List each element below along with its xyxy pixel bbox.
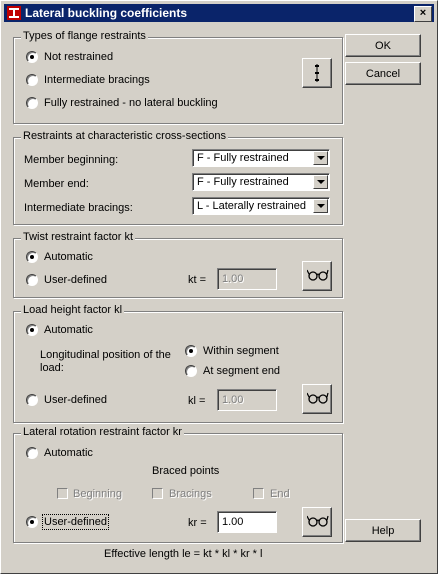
braced-points-label: Braced points bbox=[152, 465, 220, 477]
at-segment-end-radio[interactable] bbox=[185, 365, 197, 377]
glasses-icon bbox=[307, 269, 329, 281]
end-checkbox[interactable] bbox=[253, 488, 264, 499]
kt-view-button[interactable] bbox=[302, 261, 332, 291]
kr-value: 1.00 bbox=[222, 516, 244, 528]
intermediate-bracings-select[interactable]: L - Laterally restrained bbox=[192, 197, 330, 215]
title-bar: Lateral buckling coefficients × bbox=[4, 4, 434, 22]
twist-user-defined-radio[interactable] bbox=[26, 274, 38, 286]
load-position-label-line2: load: bbox=[40, 362, 64, 374]
intermediate-bracings-value: L - Laterally restrained bbox=[197, 200, 307, 212]
load-automatic-radio[interactable] bbox=[26, 324, 38, 336]
end-label: End bbox=[270, 488, 290, 500]
kt-input[interactable]: 1.00 bbox=[217, 268, 277, 290]
member-beginning-label: Member beginning: bbox=[24, 154, 119, 166]
flange-restraints-legend: Types of flange restraints bbox=[21, 30, 148, 42]
lateral-rotation-group: Lateral rotation restraint factor kr Aut… bbox=[13, 426, 343, 543]
beam-app-icon bbox=[7, 6, 21, 20]
load-height-legend: Load height factor kl bbox=[21, 304, 125, 316]
load-automatic-label: Automatic bbox=[44, 324, 93, 336]
window-title: Lateral buckling coefficients bbox=[25, 6, 188, 20]
cancel-button[interactable]: Cancel bbox=[345, 62, 421, 85]
twist-restraint-legend: Twist restraint factor kt bbox=[21, 231, 136, 243]
close-icon: × bbox=[419, 7, 427, 19]
member-end-select[interactable]: F - Fully restrained bbox=[192, 173, 330, 191]
rotation-automatic-label: Automatic bbox=[44, 447, 93, 459]
kl-view-button[interactable] bbox=[302, 384, 332, 414]
load-user-defined-label: User-defined bbox=[44, 394, 107, 406]
load-position-label-line1: Longitudinal position of the bbox=[40, 349, 171, 361]
twist-user-defined-label: User-defined bbox=[44, 274, 107, 286]
twist-restraint-group: Twist restraint factor kt Automatic User… bbox=[13, 231, 343, 298]
ok-button-label: OK bbox=[375, 39, 391, 52]
label-intermediate-bracings: Intermediate bracings bbox=[44, 74, 150, 86]
rotation-automatic-radio[interactable] bbox=[26, 447, 38, 459]
kr-input[interactable]: 1.00 bbox=[217, 511, 277, 533]
twist-automatic-radio[interactable] bbox=[26, 251, 38, 263]
help-button-label: Help bbox=[371, 524, 395, 537]
help-button[interactable]: Help bbox=[345, 519, 421, 542]
kr-label: kr = bbox=[188, 517, 207, 529]
ok-button[interactable]: OK bbox=[345, 34, 421, 57]
radio-fully-restrained[interactable] bbox=[26, 97, 38, 109]
member-beginning-value: F - Fully restrained bbox=[197, 152, 289, 164]
load-user-defined-radio[interactable] bbox=[26, 394, 38, 406]
cross-section-restraints-group: Restraints at characteristic cross-secti… bbox=[13, 130, 343, 225]
label-not-restrained: Not restrained bbox=[44, 51, 114, 63]
member-end-value: F - Fully restrained bbox=[197, 176, 289, 188]
effective-length-formula: Effective length le = kt * kl * kr * l bbox=[104, 548, 263, 560]
label-fully-restrained: Fully restrained - no lateral buckling bbox=[44, 97, 218, 109]
load-height-group: Load height factor kl Automatic Longitud… bbox=[13, 304, 343, 423]
kt-label: kt = bbox=[188, 274, 207, 286]
radio-not-restrained[interactable] bbox=[26, 51, 38, 63]
at-segment-end-label: At segment end bbox=[203, 365, 281, 377]
lateral-rotation-legend: Lateral rotation restraint factor kr bbox=[21, 426, 184, 438]
kl-label: kl = bbox=[188, 395, 206, 407]
kl-value: 1.00 bbox=[222, 394, 244, 406]
within-segment-label: Within segment bbox=[203, 345, 279, 357]
close-button[interactable]: × bbox=[414, 6, 432, 22]
cancel-button-label: Cancel bbox=[365, 67, 401, 80]
bracings-checkbox[interactable] bbox=[152, 488, 163, 499]
rotation-user-defined-label: User-defined bbox=[42, 514, 109, 530]
bracings-label: Bracings bbox=[169, 488, 212, 500]
glasses-icon bbox=[307, 392, 329, 404]
member-beginning-select[interactable]: F - Fully restrained bbox=[192, 149, 330, 167]
intermediate-bracings-label: Intermediate bracings: bbox=[24, 202, 133, 214]
chevron-down-icon[interactable] bbox=[313, 175, 328, 189]
radio-intermediate-bracings[interactable] bbox=[26, 74, 38, 86]
beginning-checkbox[interactable] bbox=[57, 488, 68, 499]
kl-input[interactable]: 1.00 bbox=[217, 389, 277, 411]
glasses-icon bbox=[307, 515, 329, 527]
restraint-diagram-icon bbox=[315, 64, 319, 82]
member-end-label: Member end: bbox=[24, 178, 89, 190]
rotation-user-defined-radio[interactable] bbox=[26, 516, 38, 528]
within-segment-radio[interactable] bbox=[185, 345, 197, 357]
kr-view-button[interactable] bbox=[302, 507, 332, 537]
chevron-down-icon[interactable] bbox=[313, 199, 328, 213]
flange-restraints-group: Types of flange restraints Not restraine… bbox=[13, 30, 343, 124]
dialog-window: Lateral buckling coefficients × OK Cance… bbox=[0, 0, 438, 574]
cross-section-restraints-legend: Restraints at characteristic cross-secti… bbox=[21, 130, 228, 142]
kt-value: 1.00 bbox=[222, 273, 244, 285]
chevron-down-icon[interactable] bbox=[313, 151, 328, 165]
beginning-label: Beginning bbox=[73, 488, 122, 500]
restraint-diagram-button[interactable] bbox=[302, 58, 332, 88]
twist-automatic-label: Automatic bbox=[44, 251, 93, 263]
